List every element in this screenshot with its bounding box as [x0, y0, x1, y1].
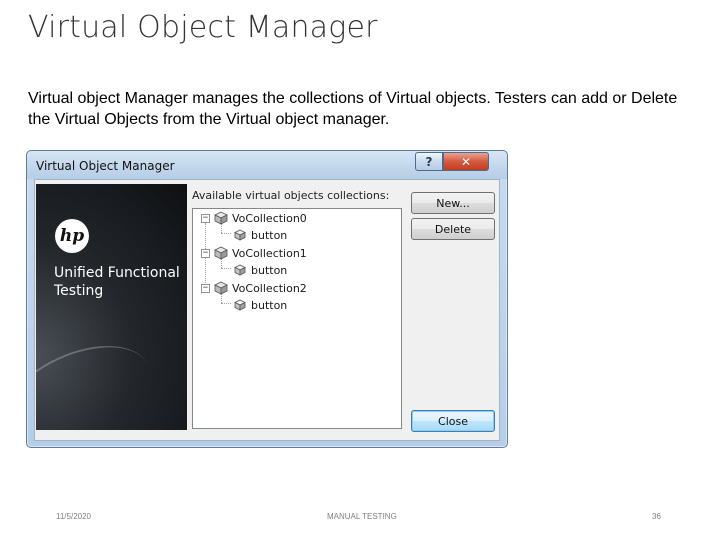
close-icon: ✕ — [460, 154, 472, 169]
tree-item-vocollection2[interactable]: − VoCollection2 — [201, 280, 307, 296]
collection-cube-icon — [214, 211, 228, 225]
close-button[interactable]: Close — [411, 410, 495, 432]
dialog-client-area: hp Unified Functional Testing Available … — [34, 179, 500, 441]
banner-streak-decoration — [36, 324, 168, 430]
footer-title: MANUAL TESTING — [327, 512, 397, 521]
tree-item-button[interactable]: button — [233, 227, 287, 243]
tree-item-label: button — [251, 298, 288, 312]
virtual-object-icon — [234, 264, 246, 276]
tree-item-label: button — [251, 228, 288, 242]
collapse-icon[interactable]: − — [201, 283, 210, 293]
tree-connector — [221, 268, 231, 269]
window-close-button[interactable]: ✕ — [443, 152, 489, 171]
collection-cube-icon — [214, 246, 228, 260]
tree-item-vocollection0[interactable]: − VoCollection0 — [201, 210, 307, 226]
virtual-object-icon — [234, 229, 246, 241]
collections-tree[interactable]: − VoCollection0 button − VoCollection1 b… — [192, 208, 402, 429]
delete-button[interactable]: Delete — [411, 218, 495, 240]
tree-item-label: VoCollection2 — [232, 281, 307, 295]
virtual-object-icon — [234, 299, 246, 311]
tree-connector — [221, 233, 231, 234]
hp-logo: hp — [55, 219, 89, 253]
collapse-icon[interactable]: − — [201, 248, 210, 258]
product-banner: hp Unified Functional Testing — [36, 184, 187, 430]
slide-body-text: Virtual object Manager manages the colle… — [28, 90, 678, 128]
tree-item-button[interactable]: button — [233, 262, 287, 278]
collections-label: Available virtual objects collections: — [192, 189, 390, 202]
tree-item-label: VoCollection1 — [232, 246, 307, 260]
collection-cube-icon — [214, 281, 228, 295]
page-number: 36 — [652, 512, 661, 521]
banner-product-line-2: Testing — [54, 283, 104, 299]
dialog-title: Virtual Object Manager — [36, 159, 175, 173]
footer-date: 11/5/2020 — [56, 512, 91, 521]
tree-item-label: button — [251, 263, 288, 277]
tree-connector — [221, 303, 231, 304]
tree-item-label: VoCollection0 — [232, 211, 307, 225]
tree-item-vocollection1[interactable]: − VoCollection1 — [201, 245, 307, 261]
new-button[interactable]: New... — [411, 192, 495, 214]
dialog-titlebar[interactable]: Virtual Object Manager ? ✕ — [27, 151, 507, 179]
banner-product-line-1: Unified Functional — [54, 265, 180, 281]
collapse-icon[interactable]: − — [201, 213, 210, 223]
virtual-object-manager-dialog: Virtual Object Manager ? ✕ hp Unified Fu… — [26, 150, 508, 448]
slide-title: Virtual Object Manager — [28, 10, 378, 45]
tree-item-button[interactable]: button — [233, 297, 287, 313]
banner-product-name: Unified Functional Testing — [54, 264, 187, 300]
help-icon: ? — [425, 154, 433, 169]
help-button[interactable]: ? — [415, 152, 443, 171]
